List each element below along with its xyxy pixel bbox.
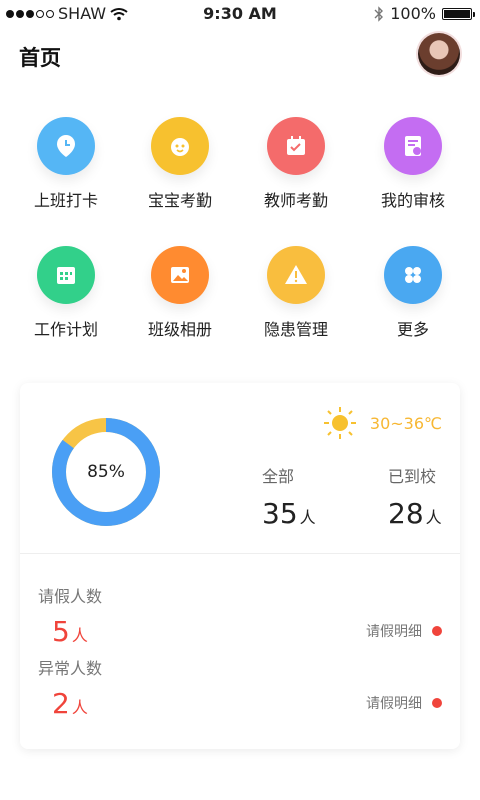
grid-item-baby-attendance[interactable]: 宝宝考勤: [122, 117, 238, 211]
leave-unit: 人: [71, 626, 88, 645]
leave-detail-link[interactable]: 请假明细: [366, 621, 442, 641]
weather: 30~36℃: [322, 405, 442, 441]
planner-icon: [37, 246, 95, 304]
avatar[interactable]: [418, 33, 460, 75]
status-right: 100%: [374, 4, 475, 23]
photo-album-icon: [151, 246, 209, 304]
grid-item-label: 教师考勤: [263, 191, 328, 210]
stat-arrived: 已到校 28 人: [388, 463, 442, 530]
abnormal-row: 异常人数 2人 请假明细: [38, 655, 442, 720]
abnormal-label: 异常人数: [38, 659, 103, 678]
card-divider: [20, 553, 460, 554]
stat-total-unit: 人: [299, 508, 316, 527]
leave-detail-label: 请假明细: [366, 624, 422, 640]
status-bar: SHAW 9:30 AM 100%: [0, 0, 480, 28]
grid-item-my-review[interactable]: 我的审核: [355, 117, 471, 211]
red-dot-icon: [432, 698, 442, 708]
abnormal-unit: 人: [71, 698, 88, 717]
baby-face-icon: [151, 117, 209, 175]
abnormal-value: 2: [52, 687, 70, 720]
stat-total: 全部 35 人: [262, 463, 316, 530]
battery-icon: [442, 7, 475, 20]
attendance-card: 85% 30~36℃ 全部 35 人 已到校 28 人 请假人数 5人 请假明细…: [20, 383, 460, 749]
grid-item-label: 上班打卡: [33, 191, 98, 210]
stat-total-value-wrap: 35 人: [262, 497, 316, 530]
more-grid-icon: [384, 246, 442, 304]
red-dot-icon: [432, 626, 442, 636]
document-review-icon: [384, 117, 442, 175]
abnormal-detail-link[interactable]: 请假明细: [366, 693, 442, 713]
stat-total-label: 全部: [262, 467, 295, 486]
donut-percent: 85%: [87, 462, 125, 482]
warning-icon: [267, 246, 325, 304]
grid-item-label: 更多: [396, 320, 429, 339]
leave-label: 请假人数: [38, 587, 103, 606]
grid-item-hazard-management[interactable]: 隐患管理: [238, 246, 354, 340]
grid-item-label: 隐患管理: [263, 320, 328, 339]
stat-arrived-value: 28: [388, 497, 424, 530]
grid-item-label: 班级相册: [147, 320, 212, 339]
grid-item-label: 工作计划: [33, 320, 98, 339]
stat-total-value: 35: [262, 497, 298, 530]
weather-temp: 30~36℃: [369, 413, 442, 433]
grid-item-label: 我的审核: [380, 191, 445, 210]
stat-arrived-label: 已到校: [388, 467, 437, 486]
grid-item-work-plan[interactable]: 工作计划: [8, 246, 124, 340]
stat-arrived-unit: 人: [425, 508, 442, 527]
sun-icon: [323, 407, 356, 439]
leave-value: 5: [52, 615, 70, 648]
stat-arrived-value-wrap: 28 人: [388, 497, 442, 530]
clock-pin-icon: [37, 117, 95, 175]
grid-item-more[interactable]: 更多: [355, 246, 471, 340]
abnormal-detail-label: 请假明细: [366, 696, 422, 712]
bluetooth-icon: [374, 5, 384, 22]
calendar-check-icon: [267, 117, 325, 175]
leave-row: 请假人数 5人 请假明细: [38, 583, 442, 648]
page-title: 首页: [19, 46, 61, 70]
grid-item-checkin[interactable]: 上班打卡: [8, 117, 124, 211]
battery-percent: 100%: [390, 4, 436, 23]
grid-item-class-album[interactable]: 班级相册: [122, 246, 238, 340]
grid-item-teacher-attendance[interactable]: 教师考勤: [238, 117, 354, 211]
grid-item-label: 宝宝考勤: [147, 191, 212, 210]
